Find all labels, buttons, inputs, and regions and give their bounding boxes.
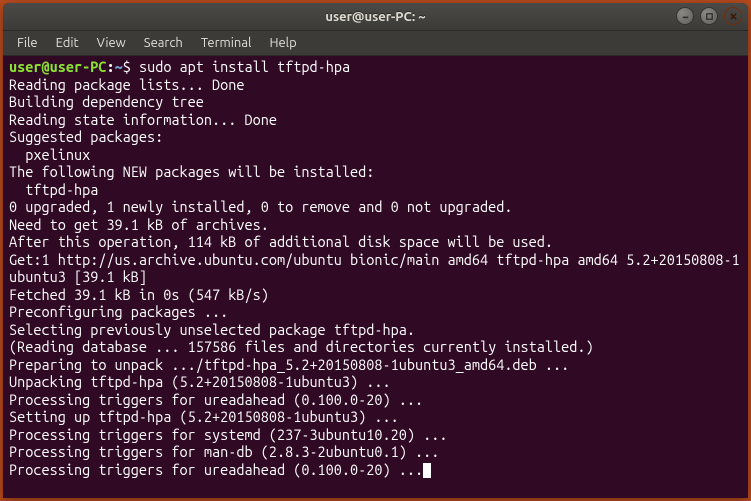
- titlebar[interactable]: user@user-PC: ~: [3, 3, 748, 31]
- terminal-window: user@user-PC: ~ File Edit View Search Te…: [3, 3, 748, 498]
- menu-terminal[interactable]: Terminal: [193, 34, 260, 52]
- window-title: user@user-PC: ~: [325, 10, 425, 24]
- cursor: [423, 463, 431, 478]
- terminal-content[interactable]: user@user-PC:~$ sudo apt install tftpd-h…: [3, 56, 748, 498]
- prompt-symbol: $: [123, 58, 131, 75]
- window-controls: [676, 7, 742, 25]
- prompt-colon: :: [106, 58, 114, 75]
- maximize-button[interactable]: [700, 7, 718, 25]
- terminal-output: Reading package lists... Done Building d…: [9, 76, 740, 478]
- menu-help[interactable]: Help: [261, 34, 304, 52]
- menu-search[interactable]: Search: [136, 34, 191, 52]
- command-text: sudo apt install tftpd-hpa: [139, 58, 350, 75]
- prompt-userhost: user@user-PC: [9, 58, 106, 75]
- menu-edit[interactable]: Edit: [48, 34, 87, 52]
- close-button[interactable]: [724, 7, 742, 25]
- menu-file[interactable]: File: [9, 34, 46, 52]
- minimize-button[interactable]: [676, 7, 694, 25]
- close-icon: [729, 12, 738, 21]
- maximize-icon: [705, 12, 714, 21]
- menu-view[interactable]: View: [89, 34, 134, 52]
- minimize-icon: [681, 12, 690, 21]
- prompt-path: ~: [115, 58, 123, 75]
- menubar: File Edit View Search Terminal Help: [3, 31, 748, 56]
